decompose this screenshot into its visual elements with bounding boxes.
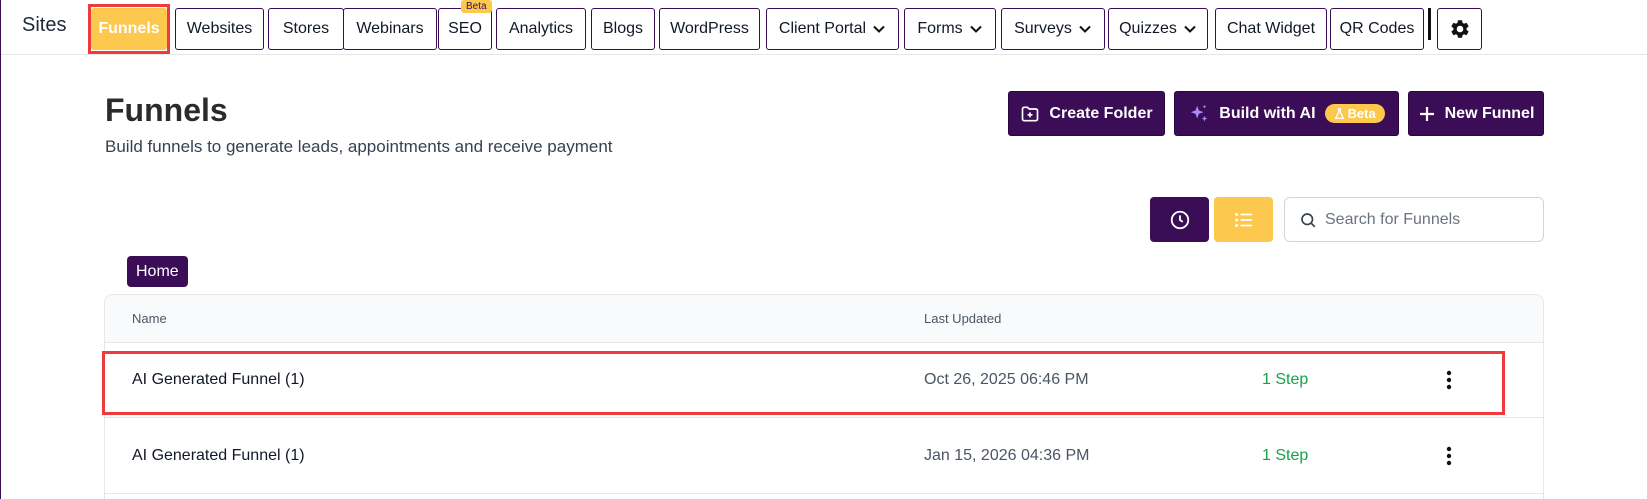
row-menu-button[interactable] <box>1435 365 1463 395</box>
funnel-name[interactable]: AI Generated Funnel (1) <box>132 371 305 389</box>
funnel-name[interactable]: AI Generated Funnel (1) <box>132 447 305 465</box>
tab-blogs[interactable]: Blogs <box>591 8 655 50</box>
list-view-button[interactable] <box>1214 197 1273 242</box>
chevron-down-icon <box>873 25 885 33</box>
new-funnel-label: New Funnel <box>1444 104 1535 122</box>
tab-forms[interactable]: Forms <box>904 8 996 50</box>
flask-icon <box>1334 107 1345 119</box>
recent-view-button[interactable] <box>1150 197 1209 242</box>
tab-label: Blogs <box>602 20 644 37</box>
tab-client-portal[interactable]: Client Portal <box>766 8 899 50</box>
create-folder-button[interactable]: Create Folder <box>1008 91 1165 136</box>
settings-button[interactable] <box>1437 8 1482 50</box>
gear-icon <box>1450 20 1469 38</box>
tab-wordpress[interactable]: WordPress <box>659 8 760 50</box>
tab-label: Forms <box>917 20 963 37</box>
table-row[interactable]: AI Generated Funnel (1) Oct 26, 2025 06:… <box>105 343 1543 418</box>
tab-qr-codes[interactable]: QR Codes <box>1330 8 1424 50</box>
search-input[interactable] <box>1325 210 1535 229</box>
tab-analytics[interactable]: Analytics <box>496 8 586 50</box>
funnel-last-updated: Oct 26, 2025 06:46 PM <box>924 371 1089 388</box>
funnel-steps: 1 Step <box>1262 371 1309 388</box>
search-box[interactable] <box>1284 197 1544 242</box>
column-header-last-updated[interactable]: Last Updated <box>924 311 1001 326</box>
list-icon <box>1234 212 1252 227</box>
table-row[interactable]: AI Generated Funnel (1) Jan 15, 2026 04:… <box>105 419 1543 494</box>
page-title: Funnels <box>105 92 228 128</box>
seo-beta-badge: Beta <box>461 0 492 13</box>
nav-divider <box>1428 8 1431 40</box>
build-with-ai-label: Build with AI <box>1219 104 1316 122</box>
brand-title: Sites <box>22 14 67 36</box>
funnel-last-updated: Jan 15, 2026 04:36 PM <box>924 447 1090 464</box>
row-menu-button[interactable] <box>1435 441 1463 471</box>
ai-beta-badge: Beta <box>1324 104 1385 123</box>
chevron-down-icon <box>969 25 982 33</box>
kebab-menu-icon <box>1446 446 1452 466</box>
column-header-name[interactable]: Name <box>132 311 167 326</box>
tab-label: Funnels <box>98 20 160 37</box>
clock-icon <box>1170 210 1189 229</box>
tab-label: Client Portal <box>778 20 867 37</box>
tab-seo[interactable]: SEO <box>438 8 492 50</box>
funnel-steps: 1 Step <box>1262 447 1309 464</box>
tab-label: Websites <box>186 20 253 37</box>
tab-websites[interactable]: Websites <box>175 8 264 50</box>
chevron-down-icon <box>1079 25 1091 33</box>
table-header: Name Last Updated <box>105 295 1543 343</box>
build-with-ai-button[interactable]: Build with AI Beta <box>1174 91 1399 136</box>
tab-label: Analytics <box>508 20 574 37</box>
page-subtitle: Build funnels to generate leads, appoint… <box>105 137 613 156</box>
kebab-menu-icon <box>1446 370 1452 390</box>
create-folder-label: Create Folder <box>1049 104 1153 122</box>
tab-label: Stores <box>282 20 330 37</box>
tab-webinars[interactable]: Webinars <box>343 8 437 50</box>
chevron-down-icon <box>1184 25 1196 33</box>
tab-stores[interactable]: Stores <box>268 8 344 50</box>
search-icon <box>1301 212 1316 227</box>
tab-surveys[interactable]: Surveys <box>1001 8 1105 50</box>
plus-icon <box>1419 106 1434 121</box>
tab-chat-widget[interactable]: Chat Widget <box>1215 8 1327 50</box>
tab-label: Surveys <box>1014 20 1072 37</box>
folder-plus-icon <box>1022 106 1039 121</box>
tab-label: SEO <box>448 20 482 37</box>
tab-label: Chat Widget <box>1226 20 1316 37</box>
sparkles-icon <box>1191 104 1208 121</box>
tab-label: Webinars <box>356 20 424 37</box>
tab-label: QR Codes <box>1339 20 1415 37</box>
funnels-table: Name Last Updated AI Generated Funnel (1… <box>104 294 1544 499</box>
tab-label: Quizzes <box>1119 20 1177 37</box>
breadcrumb-home[interactable]: Home <box>127 256 188 287</box>
tab-label: WordPress <box>670 20 749 37</box>
ai-beta-label: Beta <box>1347 106 1376 121</box>
tab-funnels[interactable]: Funnels <box>91 8 167 50</box>
new-funnel-button[interactable]: New Funnel <box>1408 91 1544 136</box>
top-nav: Sites Funnels Websites Stores Webinars S… <box>1 0 1647 55</box>
tab-quizzes[interactable]: Quizzes <box>1108 8 1208 50</box>
